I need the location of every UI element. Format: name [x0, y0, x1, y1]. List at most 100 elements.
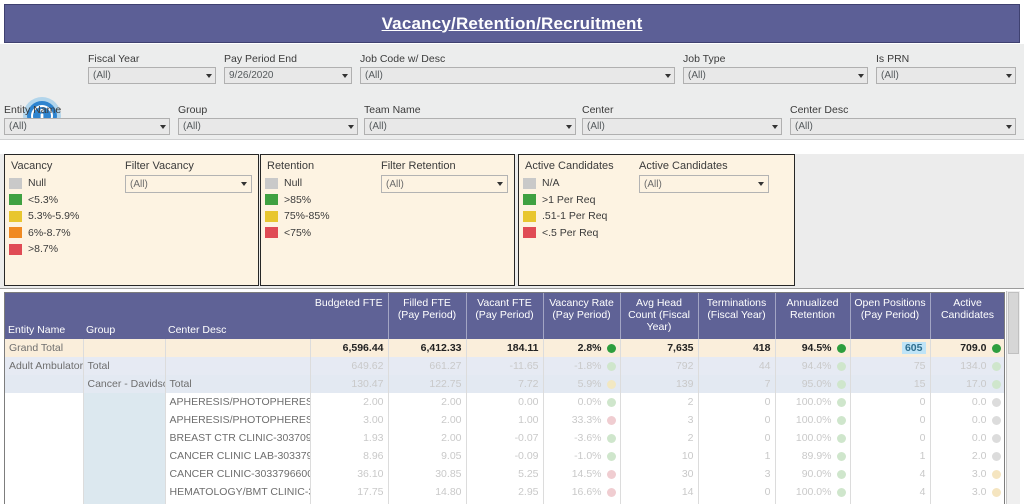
filter-dropdown[interactable]: (All): [88, 67, 216, 84]
data-table: Entity Name Group Center Desc Budgeted F…: [5, 293, 1005, 504]
col-header-group[interactable]: Group: [83, 293, 165, 339]
legend-item[interactable]: 5.3%-5.9%: [9, 208, 79, 225]
chevron-down-icon[interactable]: [566, 125, 572, 129]
cell-active-candidates: 0.0: [930, 393, 1005, 411]
chevron-down-icon[interactable]: [665, 74, 671, 78]
col-header-open-positions[interactable]: Open Positions (Pay Period): [850, 293, 930, 339]
col-header-terminations[interactable]: Terminations (Fiscal Year): [698, 293, 775, 339]
legend-item[interactable]: 6%-8.7%: [9, 225, 79, 242]
chevron-down-icon[interactable]: [1006, 74, 1012, 78]
status-dot: [837, 362, 846, 371]
cell-center-desc: APHERESIS/PHOTOPHERESI..: [165, 393, 310, 411]
cell-active-candidates: 3.0: [930, 465, 1005, 483]
cell-open-positions: 1: [850, 447, 930, 465]
col-header-budgeted-fte[interactable]: Budgeted FTE: [310, 293, 388, 339]
legend-item[interactable]: .51-1 Per Req: [523, 208, 607, 225]
col-header-filled-fte[interactable]: Filled FTE (Pay Period): [388, 293, 466, 339]
cell-open-positions: 605: [850, 339, 930, 357]
cell-annualized-retention: 100.0%: [775, 429, 850, 447]
chevron-down-icon[interactable]: [758, 182, 764, 186]
table-row[interactable]: Adult Ambulatory-DavidsonTotal649.62661.…: [5, 357, 1005, 375]
filter-label: Fiscal Year: [88, 53, 216, 65]
chevron-down-icon[interactable]: [497, 182, 503, 186]
legend-item[interactable]: N/A: [523, 175, 607, 192]
table-row[interactable]: CANCER CLINIC LAB-303379..8.969.05-0.09-…: [5, 447, 1005, 465]
table-row[interactable]: APHERESIS/PHOTOPHERESI..2.002.000.000.0%…: [5, 393, 1005, 411]
chevron-down-icon[interactable]: [772, 125, 778, 129]
cell-value: 100.0%: [780, 429, 832, 447]
filter-pay-period-end: Pay Period End 9/26/2020: [224, 53, 352, 84]
filter-label: Pay Period End: [224, 53, 352, 65]
chevron-down-icon[interactable]: [348, 125, 354, 129]
filter-dropdown[interactable]: (All): [876, 67, 1016, 84]
col-header-center-desc[interactable]: Center Desc: [165, 293, 310, 339]
table-row[interactable]: Grand Total6,596.446,412.33184.112.8%7,6…: [5, 339, 1005, 357]
filter-value: (All): [688, 70, 706, 81]
cell-value: 89.9%: [780, 447, 832, 465]
legend-item[interactable]: >85%: [265, 192, 330, 209]
cell-value: 2.8%: [548, 339, 602, 357]
cell-value: 0.0%: [548, 393, 602, 411]
col-header-entity-name[interactable]: Entity Name: [5, 293, 83, 339]
filter-dropdown[interactable]: (All): [4, 118, 170, 135]
legend-item[interactable]: Null: [265, 175, 330, 192]
legend-filter-dropdown[interactable]: (All): [125, 175, 252, 193]
chevron-down-icon[interactable]: [160, 125, 166, 129]
filter-dropdown[interactable]: (All): [360, 67, 675, 84]
filter-value: (All): [9, 121, 27, 132]
legend-filter-dropdown[interactable]: (All): [639, 175, 769, 193]
filter-dropdown[interactable]: (All): [364, 118, 576, 135]
table-body: Grand Total6,596.446,412.33184.112.8%7,6…: [5, 339, 1005, 504]
status-dot: [992, 488, 1001, 497]
col-header-vacant-fte[interactable]: Vacant FTE (Pay Period): [466, 293, 543, 339]
cell-value-highlighted[interactable]: 605: [902, 342, 926, 354]
legend-item[interactable]: >1 Per Req: [523, 192, 607, 209]
table-row[interactable]: Cancer - DavidsonTotal130.47122.757.725.…: [5, 375, 1005, 393]
scrollbar-thumb[interactable]: [1008, 292, 1019, 354]
filter-value: (All): [587, 121, 605, 132]
legend-item-label: >85%: [284, 194, 311, 206]
table-row[interactable]: APHERESIS/PHOTOPHERESI..3.002.001.0033.3…: [5, 411, 1005, 429]
filter-center: Center(All): [582, 104, 782, 135]
chevron-down-icon[interactable]: [241, 182, 247, 186]
cell-filled-fte: 661.27: [388, 357, 466, 375]
cell-vacant-fte: -11.65: [466, 357, 543, 375]
legend-item-list: Null<5.3%5.3%-5.9%6%-8.7%>8.7%: [9, 175, 79, 258]
cell-vacancy-rate: 33.3%: [543, 411, 620, 429]
legend-item[interactable]: 75%-85%: [265, 208, 330, 225]
filter-label: Team Name: [364, 104, 576, 116]
legend-item[interactable]: >8.7%: [9, 241, 79, 258]
filter-dropdown[interactable]: (All): [683, 67, 868, 84]
legend-item[interactable]: Null: [9, 175, 79, 192]
cell-avg-head-count: 2: [620, 393, 698, 411]
filter-group: Group(All): [178, 104, 358, 135]
legend-filter-dropdown[interactable]: (All): [381, 175, 508, 193]
legend-item-label: <.5 Per Req: [542, 227, 598, 239]
table-row[interactable]: BREAST CTR CLINIC-3037093..1.932.00-0.07…: [5, 429, 1005, 447]
col-header-avg-head-count[interactable]: Avg Head Count (Fiscal Year): [620, 293, 698, 339]
legend-title: Vacancy: [11, 160, 52, 172]
filter-dropdown[interactable]: (All): [582, 118, 782, 135]
filter-panel: Fiscal Year(All)Pay Period End9/26/2020J…: [0, 44, 1024, 140]
chevron-down-icon[interactable]: [206, 74, 212, 78]
table-row[interactable]: HEMATOLOGY/BMT CLINIC-3..17.7514.802.951…: [5, 483, 1005, 501]
chevron-down-icon[interactable]: [858, 74, 864, 78]
filter-label: Is PRN: [876, 53, 1016, 65]
col-header-annualized-retention[interactable]: Annualized Retention: [775, 293, 850, 339]
chevron-down-icon[interactable]: [1006, 125, 1012, 129]
table-vertical-scrollbar[interactable]: [1006, 291, 1020, 504]
legend-item[interactable]: <.5 Per Req: [523, 225, 607, 242]
filter-dropdown[interactable]: (All): [178, 118, 358, 135]
filter-dropdown[interactable]: (All): [790, 118, 1016, 135]
legend-panel-active_candidates: Active CandidatesActive Candidates(All)N…: [518, 154, 795, 286]
col-header-active-candidates[interactable]: Active Candidates: [930, 293, 1005, 339]
filter-dropdown[interactable]: 9/26/2020: [224, 67, 352, 84]
chevron-down-icon[interactable]: [342, 74, 348, 78]
col-header-vacancy-rate[interactable]: Vacancy Rate (Pay Period): [543, 293, 620, 339]
legend-item[interactable]: <75%: [265, 225, 330, 242]
cell-group: [83, 483, 165, 501]
table-row[interactable]: CANCER CLINIC-303379660036.1030.855.2514…: [5, 465, 1005, 483]
page-title: Vacancy/Retention/Recruitment: [382, 14, 643, 34]
cell-budgeted-fte: 3.00: [310, 411, 388, 429]
legend-item[interactable]: <5.3%: [9, 192, 79, 209]
